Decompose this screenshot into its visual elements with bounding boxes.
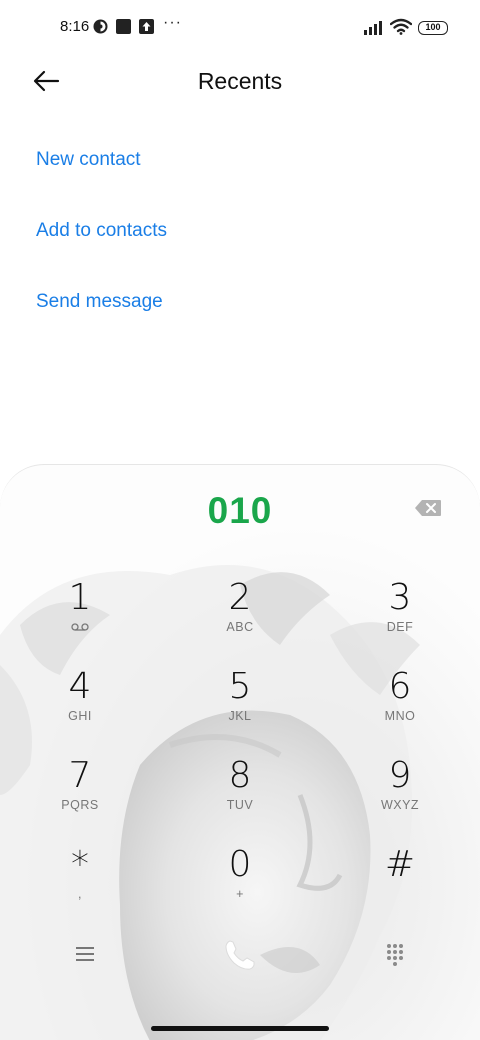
dialed-number-display: 010 xyxy=(207,490,273,531)
key-digit: 2 xyxy=(228,577,252,618)
home-indicator[interactable] xyxy=(151,1026,329,1031)
send-message-link[interactable]: Send message xyxy=(36,291,163,313)
voicemail-icon xyxy=(71,623,89,631)
notification-square-icon xyxy=(116,19,131,34)
key-letters: ABC xyxy=(226,620,254,634)
dialpad-panel: 010 1 2 ABC 3 DEF 4 GHI 5 JKL 6 MNO 7 PQ… xyxy=(0,464,480,1040)
key-digit: 5 xyxy=(228,666,252,707)
key-letters: TUV xyxy=(226,798,254,812)
dial-key-0[interactable]: 0 + xyxy=(185,845,295,925)
dial-key-2[interactable]: 2 ABC xyxy=(185,578,295,658)
key-digit: 9 xyxy=(388,755,412,796)
key-digit: 1 xyxy=(68,577,92,618)
key-digit: 6 xyxy=(388,666,412,707)
more-notifications-icon: ··· xyxy=(163,14,182,31)
key-letters: PQRS xyxy=(61,798,99,812)
menu-icon[interactable] xyxy=(74,945,96,963)
dial-key-7[interactable]: 7 PQRS xyxy=(25,756,135,836)
key-letters: DEF xyxy=(386,620,414,634)
dial-key-3[interactable]: 3 DEF xyxy=(345,578,455,658)
status-bar: 8:16 ··· 100 xyxy=(0,0,480,56)
dial-key-8[interactable]: 8 TUV xyxy=(185,756,295,836)
dial-key-1[interactable]: 1 xyxy=(25,578,135,658)
key-letters: JKL xyxy=(228,709,252,723)
backspace-icon[interactable] xyxy=(414,499,442,517)
new-contact-link[interactable]: New contact xyxy=(36,149,141,171)
status-time: 8:16 xyxy=(60,18,90,35)
key-digit: 3 xyxy=(388,577,412,618)
add-to-contacts-link[interactable]: Add to contacts xyxy=(36,220,167,242)
call-button-icon[interactable] xyxy=(220,935,260,975)
notification-app-icon xyxy=(93,19,108,34)
dial-key-6[interactable]: 6 MNO xyxy=(345,667,455,747)
dial-key-hash[interactable]: # xyxy=(345,845,455,925)
key-letters: + xyxy=(236,887,244,901)
key-letters: MNO xyxy=(384,709,416,723)
dial-key-9[interactable]: 9 WXYZ xyxy=(345,756,455,836)
key-digit: 8 xyxy=(228,755,252,796)
key-digit: 4 xyxy=(68,666,92,707)
signal-icon xyxy=(364,21,382,35)
key-digit: * xyxy=(71,844,89,885)
key-digit: # xyxy=(384,844,416,885)
upload-notification-icon xyxy=(139,19,154,34)
dial-key-5[interactable]: 5 JKL xyxy=(185,667,295,747)
key-digit: 0 xyxy=(228,844,252,885)
dial-key-star[interactable]: * , xyxy=(25,845,135,925)
key-letters: WXYZ xyxy=(380,798,420,812)
wifi-icon xyxy=(390,18,412,35)
dialpad-toggle-icon[interactable] xyxy=(385,943,405,967)
key-letters: , xyxy=(78,887,82,901)
key-letters: GHI xyxy=(68,709,92,723)
battery-indicator: 100 xyxy=(418,21,448,35)
dial-key-4[interactable]: 4 GHI xyxy=(25,667,135,747)
page-title: Recents xyxy=(197,68,283,94)
key-digit: 7 xyxy=(68,755,92,796)
